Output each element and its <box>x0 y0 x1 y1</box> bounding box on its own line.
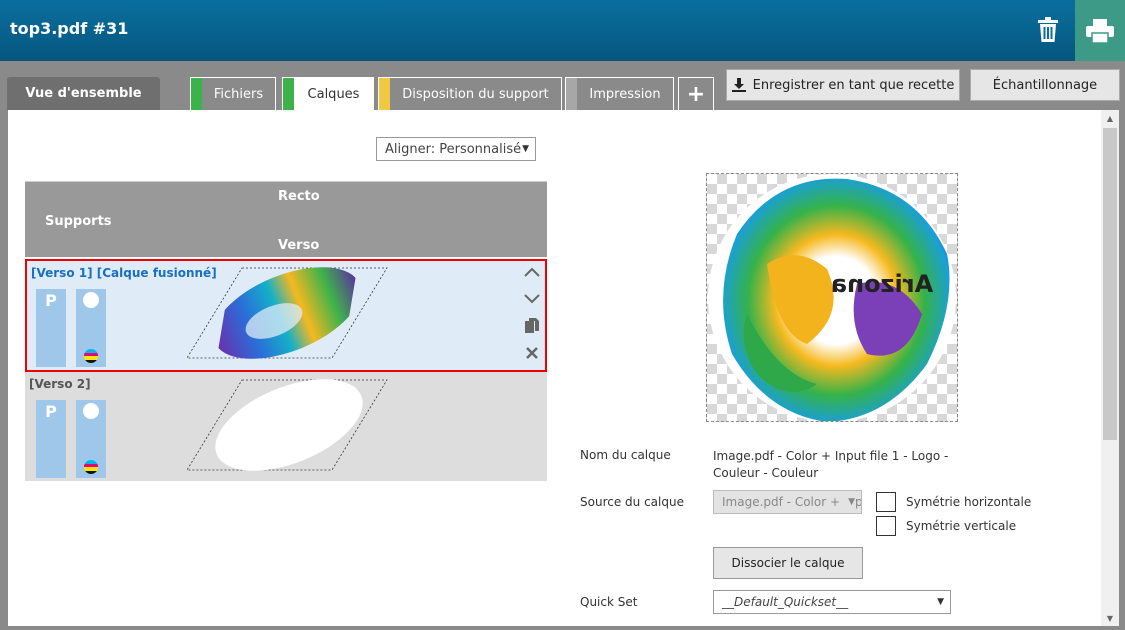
tab-overview[interactable]: Vue d'ensemble <box>7 77 160 110</box>
mirror-vertical-label: Symétrie verticale <box>906 519 1017 533</box>
tab-strip: Vue d'ensemble Fichiers Calques Disposit… <box>0 61 1125 111</box>
app-header: top3.pdf #31 <box>0 0 1125 61</box>
layer-name: [Verso 2] <box>29 377 91 391</box>
download-icon <box>731 78 746 92</box>
layers-panel: Aligner: Personnalisé ▼ Recto Supports V… <box>8 110 1119 626</box>
quickset-value: __Default_Quickset__ <box>722 595 849 609</box>
save-recipe-button[interactable]: Enregistrer en tant que recette <box>726 69 960 101</box>
layer-thumbnail <box>186 267 388 359</box>
primer-label: P <box>45 402 57 421</box>
align-select[interactable]: Aligner: Personnalisé ▼ <box>376 137 536 161</box>
align-value: Aligner: Personnalisé <box>385 141 522 157</box>
preview-logo-text: Arizona <box>831 270 933 298</box>
tab-print-status <box>566 78 577 110</box>
layer-row-verso-1[interactable]: [Verso 1] [Calque fusionné] P <box>25 259 547 372</box>
duplicate-button[interactable] <box>521 315 543 337</box>
plus-icon: + <box>686 81 706 107</box>
job-title: top3.pdf #31 <box>10 19 129 38</box>
layer-name-value: Image.pdf - Color + Input file 1 - Logo … <box>713 449 949 480</box>
scroll-down-icon[interactable]: ▼ <box>1101 610 1119 626</box>
add-tab-button[interactable]: + <box>678 77 714 110</box>
mirror-horizontal-checkbox[interactable] <box>876 492 896 512</box>
trash-icon[interactable] <box>1030 12 1066 48</box>
quickset-select[interactable]: __Default_Quickset__ ▼ <box>713 590 951 614</box>
layer-name-label: Nom du calque <box>580 448 671 462</box>
scroll-up-icon[interactable]: ▲ <box>1101 110 1119 126</box>
ink-chip <box>76 400 106 478</box>
layer-row-verso-2[interactable]: [Verso 2] P <box>25 372 547 481</box>
mirror-horizontal-label: Symétrie horizontale <box>906 495 1032 509</box>
tab-layers[interactable]: Calques <box>282 77 374 111</box>
header-verso: Verso <box>278 238 320 253</box>
layer-source-select[interactable]: Image.pdf - Color + Inp ▼ <box>713 490 862 514</box>
layer-thumbnail <box>186 379 388 471</box>
header-recto: Recto <box>278 189 320 204</box>
move-down-button[interactable] <box>521 288 543 310</box>
printer-icon <box>1086 18 1114 43</box>
layer-preview: Arizona <box>706 173 958 422</box>
chevron-down-icon: ▼ <box>522 144 529 154</box>
tab-files-label: Fichiers <box>213 86 264 102</box>
layers-table-header: Recto Supports Verso <box>25 181 547 257</box>
tab-layout-status <box>379 78 390 110</box>
tab-layout[interactable]: Disposition du support <box>378 77 562 110</box>
delete-layer-button[interactable] <box>521 342 543 364</box>
tab-layout-label: Disposition du support <box>402 86 549 102</box>
layer-source-value: Image.pdf - Color + Inp <box>722 495 862 509</box>
chevron-down-icon <box>524 294 540 304</box>
save-recipe-label: Enregistrer en tant que recette <box>752 77 955 93</box>
scroll-thumb[interactable] <box>1103 128 1117 440</box>
tab-files[interactable]: Fichiers <box>190 77 276 110</box>
quickset-label: Quick Set <box>580 595 638 609</box>
chevron-down-icon: ▼ <box>937 597 944 607</box>
tab-layers-label: Calques <box>307 87 360 102</box>
vertical-scrollbar[interactable]: ▲ ▼ <box>1101 110 1119 626</box>
tab-overview-label: Vue d'ensemble <box>25 86 142 101</box>
dissociate-label: Dissocier le calque <box>731 556 845 570</box>
white-ink-dot <box>83 292 99 308</box>
primer-chip: P <box>36 289 66 367</box>
dissociate-layer-button[interactable]: Dissocier le calque <box>713 547 863 579</box>
tab-layers-status <box>283 78 294 111</box>
primer-chip: P <box>36 400 66 478</box>
chevron-up-icon <box>524 267 540 277</box>
move-up-button[interactable] <box>521 261 543 283</box>
primer-label: P <box>45 291 57 310</box>
mirror-vertical-checkbox[interactable] <box>876 516 896 536</box>
preview-image: Arizona <box>708 174 956 422</box>
tab-print[interactable]: Impression <box>565 77 674 110</box>
tab-print-label: Impression <box>589 86 661 102</box>
tab-files-status <box>191 78 202 110</box>
cmyk-icon <box>84 460 98 474</box>
sampling-label: Échantillonnage <box>992 77 1098 93</box>
copy-icon <box>525 318 539 333</box>
cmyk-icon <box>84 349 98 363</box>
chevron-down-icon: ▼ <box>845 497 855 507</box>
layer-source-label: Source du calque <box>580 495 684 509</box>
print-button[interactable] <box>1075 0 1125 61</box>
close-icon <box>526 347 538 359</box>
sampling-button[interactable]: Échantillonnage <box>970 69 1120 101</box>
white-ink-dot <box>83 403 99 419</box>
ink-chip <box>76 289 106 367</box>
header-supports: Supports <box>45 214 112 229</box>
